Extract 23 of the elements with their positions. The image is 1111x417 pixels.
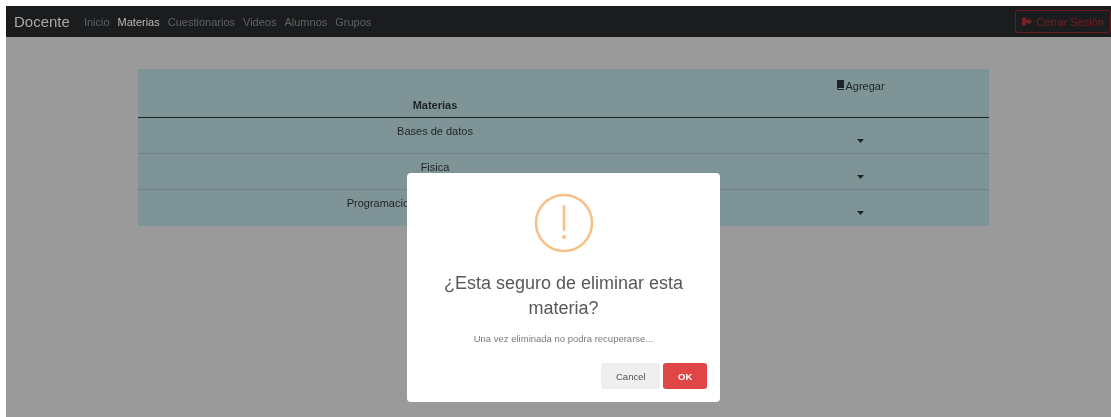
brand-title[interactable]: Docente <box>14 13 70 30</box>
cancel-button[interactable]: Cancel <box>601 363 660 389</box>
nav-link[interactable]: Grupos <box>335 15 372 28</box>
warning-icon <box>533 193 594 253</box>
nav-link[interactable]: Videos <box>243 15 277 28</box>
sign-out-icon <box>1022 17 1033 26</box>
dialog-title: ¿Esta seguro de eliminar esta materia? <box>442 272 685 320</box>
add-button[interactable]: Agregar <box>836 80 885 92</box>
subject-name: Fisica <box>420 161 450 173</box>
nav-link[interactable]: Cuestionarios <box>167 15 235 28</box>
book-icon <box>836 80 846 90</box>
nav-link[interactable]: Materias <box>117 15 160 28</box>
subject-name: Programacio <box>346 197 409 209</box>
dialog-message: Una vez eliminada no podra recuperarse... <box>473 333 654 344</box>
nav-link[interactable]: Alumnos <box>284 15 328 28</box>
caret-icon[interactable] <box>857 139 864 143</box>
subject-name: Bases de datos <box>397 125 473 137</box>
logout-button[interactable]: Cerrar Sesión <box>1015 10 1111 33</box>
column-header: Materias <box>138 69 732 118</box>
caret-icon[interactable] <box>857 175 864 179</box>
caret-icon[interactable] <box>857 211 864 216</box>
nav-link[interactable]: Inicio <box>83 15 110 28</box>
ok-button[interactable]: OK <box>663 363 707 389</box>
